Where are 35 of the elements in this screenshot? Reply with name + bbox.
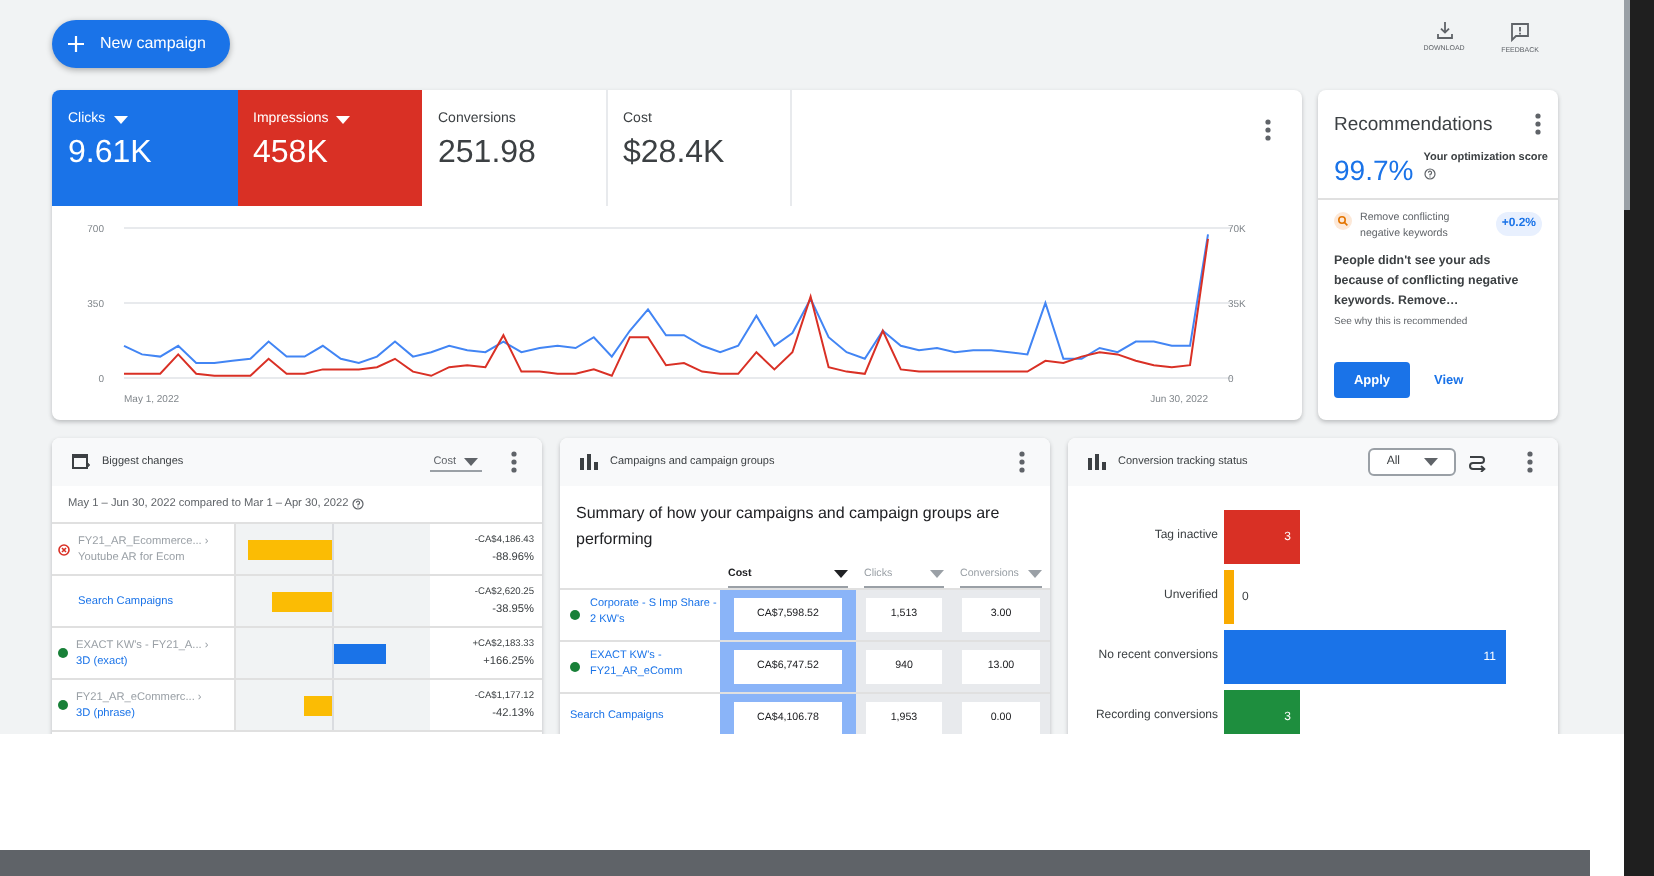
metric-value: 9.61K: [68, 136, 154, 172]
caret-icon: [930, 569, 944, 578]
more-icon[interactable]: [510, 450, 518, 474]
metric-value: $28.4K: [623, 136, 727, 172]
card-icon: [72, 454, 90, 470]
caret-icon: [1028, 569, 1042, 578]
swap-icon[interactable]: [1468, 453, 1486, 471]
help-icon[interactable]: [1423, 167, 1436, 180]
caret-icon: [113, 115, 128, 123]
caret-icon: [464, 457, 478, 465]
feedback-icon: [1510, 21, 1530, 41]
metric-value: 458K: [253, 136, 330, 172]
card-title: Recommendations: [1334, 113, 1493, 135]
status-dot: [58, 648, 68, 658]
help-icon[interactable]: [352, 498, 365, 510]
status-bar: [1224, 570, 1234, 624]
search-icon: [1334, 212, 1352, 231]
status-dot: [58, 700, 68, 710]
more-icon[interactable]: [1534, 112, 1542, 136]
optimization-score: 99.7%: [1334, 153, 1414, 186]
new-campaign-button[interactable]: New campaign: [52, 19, 230, 67]
more-icon[interactable]: [1526, 450, 1534, 474]
metric-value: 251.98: [438, 136, 538, 172]
bar-chart-icon: [1088, 454, 1106, 470]
error-icon: [58, 543, 70, 555]
download-icon: [1435, 22, 1453, 40]
summary-text: Summary of how your campaigns and campaign groups are performing: [574, 502, 1002, 552]
caret-icon: [336, 115, 351, 123]
more-icon[interactable]: [1018, 450, 1026, 474]
caret-icon: [834, 569, 848, 578]
more-icon[interactable]: [1264, 118, 1272, 142]
bar-chart-icon: [580, 454, 598, 470]
caret-icon: [1424, 458, 1438, 466]
plus-icon: [68, 35, 84, 51]
scrollbar-thumb[interactable]: [1624, 0, 1630, 210]
